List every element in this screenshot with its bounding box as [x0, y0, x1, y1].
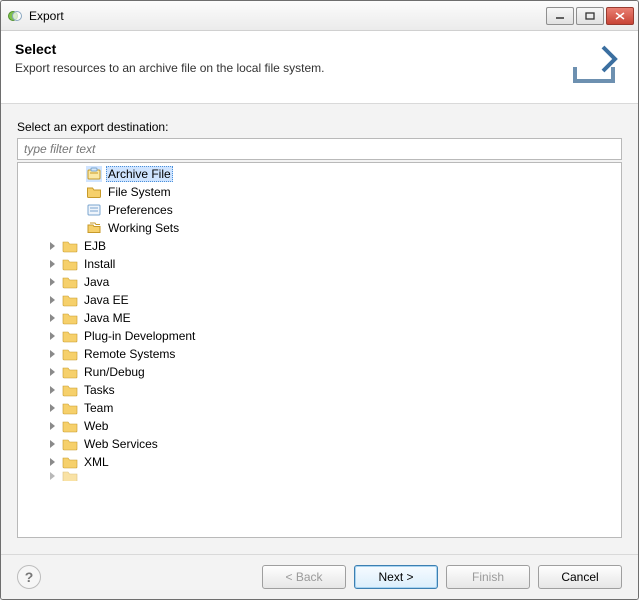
expander-icon[interactable] [46, 419, 60, 433]
tree-category[interactable]: Java EE [18, 291, 621, 309]
tree-item-label: Preferences [106, 203, 175, 217]
folder-icon [62, 471, 78, 481]
folder-icon [62, 436, 78, 452]
tree-category-label: Web [82, 419, 110, 433]
tree-category-label: Web Services [82, 437, 160, 451]
page-subtitle: Export resources to an archive file on t… [15, 61, 566, 75]
archive-file-icon [86, 166, 102, 182]
maximize-button[interactable] [576, 7, 604, 25]
next-button[interactable]: Next > [354, 565, 438, 589]
tree-category-label: Run/Debug [82, 365, 147, 379]
cancel-button[interactable]: Cancel [538, 565, 622, 589]
tree-category[interactable]: Web [18, 417, 621, 435]
tree-item-label: Working Sets [106, 221, 181, 235]
folder-icon [62, 310, 78, 326]
tree-item[interactable]: Archive File [18, 165, 621, 183]
expander-icon[interactable] [46, 275, 60, 289]
folder-icon [62, 346, 78, 362]
tree-item-label: File System [106, 185, 173, 199]
folder-icon [62, 274, 78, 290]
working-sets-icon [86, 220, 102, 236]
expander-icon[interactable] [46, 401, 60, 415]
tree-category[interactable]: Install [18, 255, 621, 273]
destination-label: Select an export destination: [17, 120, 622, 134]
tree-category-label: Tasks [82, 383, 117, 397]
tree-category[interactable]: Remote Systems [18, 345, 621, 363]
tree-category[interactable]: Tasks [18, 381, 621, 399]
tree-category[interactable]: EJB [18, 237, 621, 255]
expander-icon[interactable] [46, 329, 60, 343]
expander-icon[interactable] [46, 239, 60, 253]
help-button[interactable]: ? [17, 565, 41, 589]
folder-icon [62, 238, 78, 254]
folder-icon [62, 418, 78, 434]
tree-category[interactable]: Run/Debug [18, 363, 621, 381]
tree-category[interactable] [18, 471, 621, 481]
expander-icon[interactable] [46, 365, 60, 379]
folder-icon [62, 382, 78, 398]
folder-icon [62, 454, 78, 470]
expander-icon[interactable] [46, 257, 60, 271]
destination-tree: Archive File File System Preferences Workin… [17, 162, 622, 538]
tree-category-label: Team [82, 401, 115, 415]
window-controls [546, 7, 634, 25]
tree-category[interactable]: Web Services [18, 435, 621, 453]
wizard-header: Select Export resources to an archive fi… [1, 31, 638, 104]
tree-category-label: Java ME [82, 311, 133, 325]
minimize-button[interactable] [546, 7, 574, 25]
expander-icon[interactable] [46, 455, 60, 469]
destination-tree-scroll[interactable]: Archive File File System Preferences Workin… [18, 163, 621, 537]
expander-icon[interactable] [46, 437, 60, 451]
tree-category[interactable]: Java ME [18, 309, 621, 327]
folder-small-icon [86, 184, 102, 200]
titlebar: Export [1, 1, 638, 31]
button-bar: ? < Back Next > Finish Cancel [1, 554, 638, 599]
back-button[interactable]: < Back [262, 565, 346, 589]
tree-category-label: Remote Systems [82, 347, 177, 361]
tree-item-label: Archive File [106, 166, 173, 182]
wizard-body: Select an export destination: Archive Fi… [1, 104, 638, 554]
app-icon [7, 8, 23, 24]
tree-category[interactable]: Plug-in Development [18, 327, 621, 345]
filter-input[interactable] [17, 138, 622, 160]
tree-category[interactable]: XML [18, 453, 621, 471]
tree-category[interactable]: Team [18, 399, 621, 417]
expander-icon[interactable] [46, 471, 60, 481]
folder-icon [62, 364, 78, 380]
folder-icon [62, 328, 78, 344]
tree-category-label: Plug-in Development [82, 329, 197, 343]
expander-icon[interactable] [46, 311, 60, 325]
folder-icon [62, 256, 78, 272]
tree-category-label: Java [82, 275, 111, 289]
tree-category[interactable]: Java [18, 273, 621, 291]
finish-button[interactable]: Finish [446, 565, 530, 589]
tree-category-label: EJB [82, 239, 108, 253]
export-icon [566, 41, 622, 89]
folder-icon [62, 292, 78, 308]
page-title: Select [15, 41, 566, 57]
folder-icon [62, 400, 78, 416]
window-title: Export [29, 9, 546, 23]
tree-item[interactable]: Working Sets [18, 219, 621, 237]
close-button[interactable] [606, 7, 634, 25]
export-wizard-window: Export Select Export resources to an arc… [0, 0, 639, 600]
expander-icon[interactable] [46, 293, 60, 307]
tree-category-label: Install [82, 257, 117, 271]
expander-icon[interactable] [46, 383, 60, 397]
tree-category-label: XML [82, 455, 111, 469]
expander-icon[interactable] [46, 347, 60, 361]
tree-category-label: Java EE [82, 293, 131, 307]
preferences-icon [86, 202, 102, 218]
tree-item[interactable]: Preferences [18, 201, 621, 219]
tree-item[interactable]: File System [18, 183, 621, 201]
